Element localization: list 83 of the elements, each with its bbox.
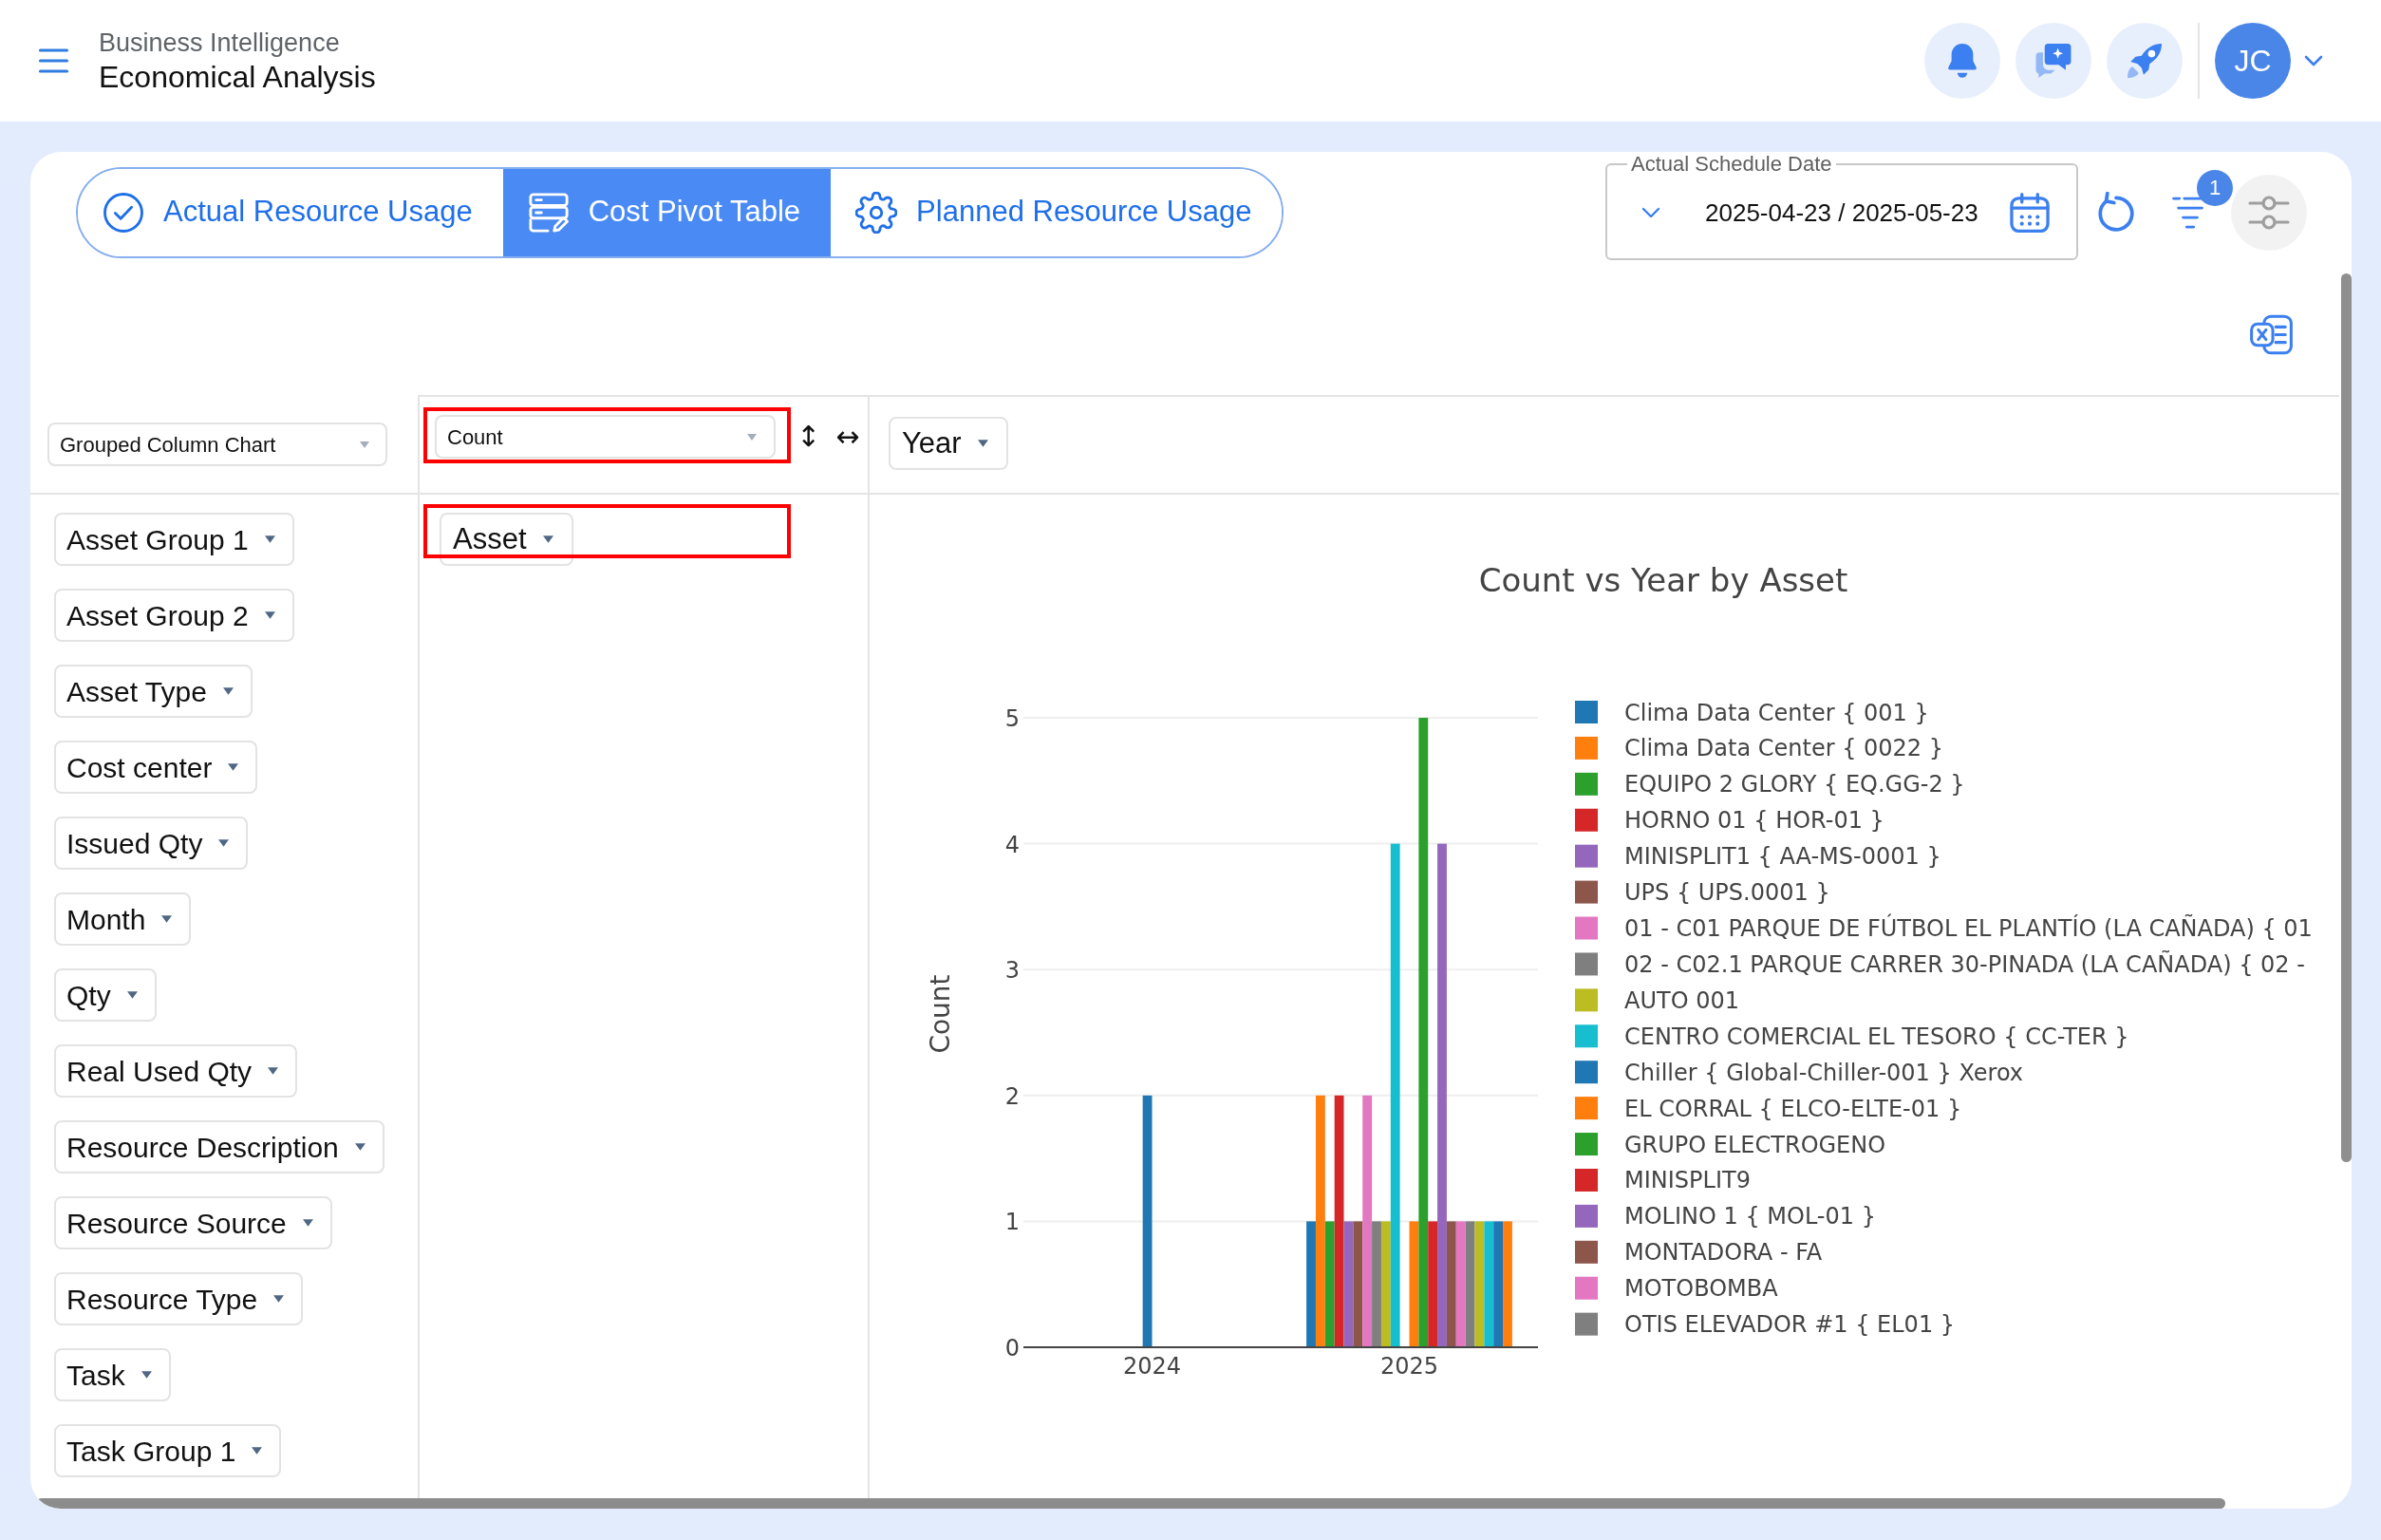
caret-icon <box>977 440 988 447</box>
caret-icon <box>252 1447 263 1455</box>
legend-label: MOLINO 1 { MOL-01 } <box>1624 1203 1876 1230</box>
legend-label: Clima Data Center { 0022 } <box>1624 735 1944 762</box>
column-field-chip[interactable]: Year <box>889 417 1008 470</box>
legend-label: MONTADORA - FA <box>1624 1239 1823 1267</box>
legend-label: CENTRO COMERCIAL EL TESORO { CC-TER } <box>1624 1023 2129 1050</box>
field-chip[interactable]: Asset Group 2 <box>54 589 294 642</box>
legend-label: EL CORRAL { ELCO-ELTE-01 } <box>1624 1095 1962 1122</box>
legend-label: EQUIPO 2 GLORY { EQ.GG-2 } <box>1624 771 1965 798</box>
vertical-scrollbar[interactable] <box>2341 273 2352 1162</box>
field-chip[interactable]: Qty <box>54 968 157 1022</box>
legend-label: UPS { UPS.0001 } <box>1624 879 1830 907</box>
section-title: Business Intelligence <box>99 27 341 59</box>
table-edit-icon <box>527 191 570 234</box>
field-chip[interactable]: Month <box>54 892 192 946</box>
chat-sparkle-icon <box>2035 44 2072 78</box>
page-title: Economical Analysis <box>99 58 376 95</box>
ytick-label: 3 <box>1004 957 1020 985</box>
spreadsheet-icon[interactable] <box>2250 313 2293 356</box>
caret-icon <box>126 991 138 999</box>
field-chip[interactable]: Cost center <box>54 741 258 794</box>
xtick-label: 2025 <box>1379 1353 1439 1380</box>
ytick-label: 2 <box>1004 1082 1020 1110</box>
caret-icon <box>273 1295 285 1303</box>
row-field-chip[interactable]: Asset <box>440 513 573 566</box>
check-circle-icon <box>103 191 144 234</box>
field-chip[interactable]: Issued Qty <box>54 817 249 870</box>
caret-icon <box>360 441 369 448</box>
legend-label: HORNO 01 { HOR-01 } <box>1624 807 1884 835</box>
caret-icon <box>222 687 234 695</box>
chevron-down-icon <box>1641 207 1660 218</box>
gear-icon <box>855 191 898 234</box>
field-chip[interactable]: Resource Source <box>54 1196 332 1249</box>
caret-icon <box>228 763 239 771</box>
sliders-icon <box>2248 195 2290 230</box>
field-chip[interactable]: Resource Type <box>54 1272 304 1325</box>
xtick-label: 2024 <box>1122 1353 1182 1380</box>
ytick-label: 1 <box>1004 1209 1020 1236</box>
ytick-label: 0 <box>1004 1335 1020 1362</box>
chevron-down-icon[interactable] <box>2304 55 2323 66</box>
legend-label: 01 - C01 PARQUE DE FÚTBOL EL PLANTÍO (LA CAÑADA) { 01 <box>1624 915 2313 942</box>
field-chip[interactable]: Asset Group 1 <box>54 513 294 566</box>
caret-icon <box>747 433 757 441</box>
caret-icon <box>302 1219 313 1227</box>
row-order-toggle[interactable]: ↕ <box>797 421 821 453</box>
chart-type-dropdown[interactable]: Grouped Column Chart <box>47 423 387 466</box>
aggregator-dropdown[interactable]: Count <box>435 415 776 459</box>
count-badge: 1 <box>2197 169 2233 206</box>
ytick-label: 4 <box>1004 831 1020 858</box>
caret-icon <box>141 1371 152 1379</box>
legend-label: AUTO 001 <box>1624 986 1739 1014</box>
legend-label: 02 - C02.1 PARQUE CARRER 30-PINADA (LA CAÑADA) { 02 - <box>1624 950 2305 978</box>
legend-label: MOTOBOMBA <box>1624 1275 1778 1303</box>
caret-icon <box>264 535 275 543</box>
avatar-button[interactable]: JC <box>2215 23 2291 99</box>
rocket-icon <box>2128 44 2162 78</box>
field-chip[interactable]: Real Used Qty <box>54 1044 298 1098</box>
bell-icon <box>1945 44 1979 78</box>
legend-label: GRUPO ELECTROGENO <box>1624 1131 1886 1158</box>
caret-icon <box>354 1143 366 1151</box>
field-chip[interactable]: Task Group 1 <box>54 1424 282 1477</box>
legend-label: OTIS ELEVADOR #1 { EL01 } <box>1624 1311 1956 1339</box>
field-label: Actual Schedule Date <box>1630 152 1833 178</box>
refresh-icon[interactable] <box>2095 191 2137 234</box>
chart-title: Count vs Year by Asset <box>1478 561 1848 599</box>
menu-icon[interactable] <box>36 47 71 74</box>
legend-label: MINISPLIT9 <box>1624 1167 1751 1194</box>
caret-icon <box>218 839 230 847</box>
caret-icon <box>268 1067 279 1075</box>
calendar-icon[interactable] <box>2009 193 2050 233</box>
legend-label: Chiller { Global-Chiller-001 } Xerox <box>1624 1059 2024 1086</box>
ytick-label: 5 <box>1004 705 1020 732</box>
field-chip[interactable]: Resource Description <box>54 1120 384 1174</box>
legend-label: Clima Data Center { 001 } <box>1624 699 1929 726</box>
y-axis-title: Count <box>924 974 956 1054</box>
field-chip[interactable]: Asset Type <box>54 665 253 718</box>
caret-icon <box>542 535 553 543</box>
legend-label: MINISPLIT1 { AA-MS-0001 } <box>1624 843 1941 871</box>
field-chip[interactable]: Task <box>54 1348 171 1401</box>
caret-icon <box>161 915 173 923</box>
caret-icon <box>264 611 275 619</box>
column-order-toggle[interactable]: ↔ <box>835 421 860 453</box>
